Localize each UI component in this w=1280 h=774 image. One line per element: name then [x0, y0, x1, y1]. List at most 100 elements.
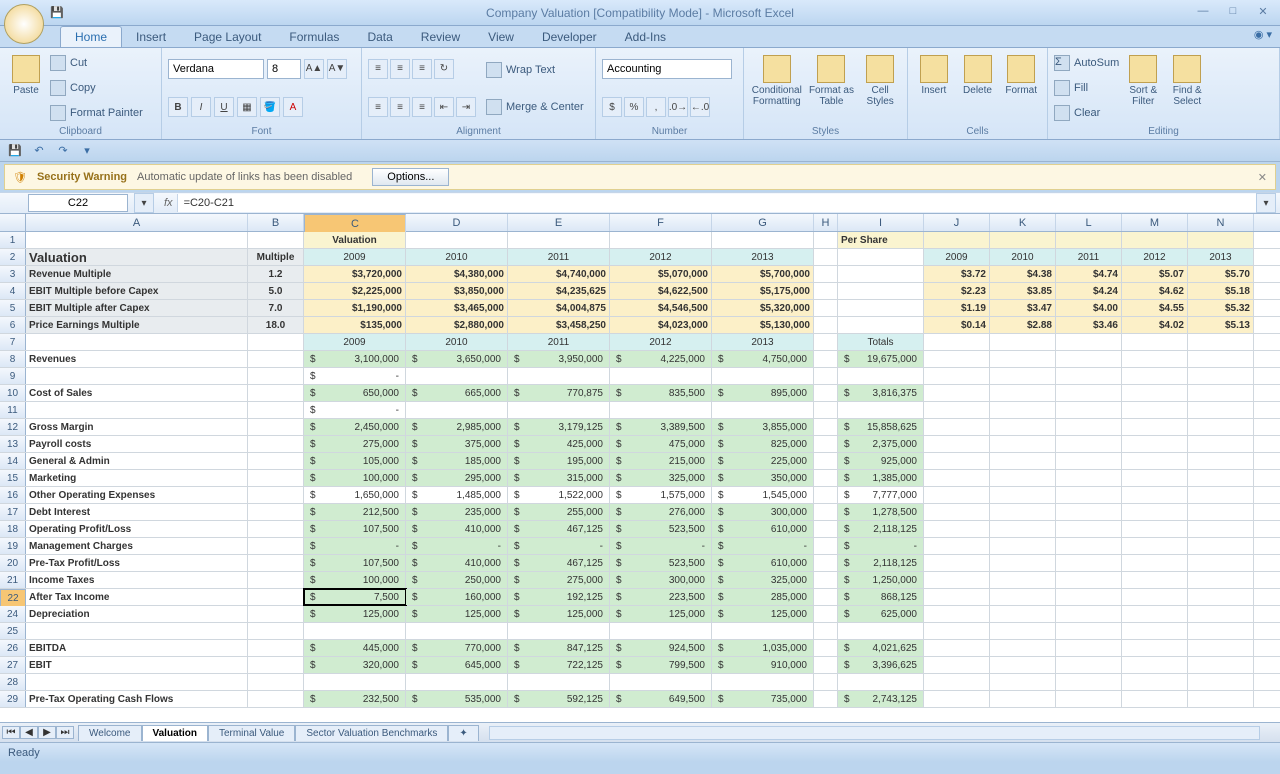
cell[interactable]: $-	[610, 538, 712, 554]
cell[interactable]: $5.70	[1188, 266, 1254, 282]
cell[interactable]: $-	[406, 538, 508, 554]
cell[interactable]	[610, 674, 712, 690]
cell[interactable]	[1188, 334, 1254, 350]
help-icon[interactable]: ◉ ▾	[1254, 28, 1272, 41]
cell[interactable]: $2,118,125	[838, 555, 924, 571]
sheet-tab[interactable]: Welcome	[78, 725, 142, 741]
cell[interactable]: $649,500	[610, 691, 712, 707]
cell[interactable]: $-	[304, 368, 406, 384]
cell[interactable]: Marketing	[26, 470, 248, 486]
cell[interactable]	[924, 470, 990, 486]
cell[interactable]: $107,500	[304, 555, 406, 571]
cell[interactable]	[26, 334, 248, 350]
cell[interactable]: $467,125	[508, 521, 610, 537]
cell[interactable]	[838, 674, 924, 690]
cell[interactable]: $3,389,500	[610, 419, 712, 435]
col-header[interactable]: M	[1122, 214, 1188, 231]
cell[interactable]	[814, 249, 838, 265]
cell[interactable]: $835,500	[610, 385, 712, 401]
cell[interactable]: 2011	[508, 334, 610, 350]
cell[interactable]	[990, 572, 1056, 588]
cell[interactable]	[406, 368, 508, 384]
cell[interactable]: 7.0	[248, 300, 304, 316]
cell[interactable]	[248, 487, 304, 503]
cell[interactable]: Valuation	[304, 232, 406, 248]
cell[interactable]	[814, 402, 838, 418]
cell[interactable]: $2,880,000	[406, 317, 508, 333]
cell[interactable]: Per Share	[838, 232, 924, 248]
cell[interactable]	[1056, 402, 1122, 418]
cell[interactable]	[924, 419, 990, 435]
cell[interactable]	[990, 368, 1056, 384]
cell[interactable]	[248, 334, 304, 350]
cell[interactable]	[508, 674, 610, 690]
cell[interactable]	[814, 368, 838, 384]
cell[interactable]	[1056, 572, 1122, 588]
cell[interactable]	[990, 470, 1056, 486]
cell[interactable]: $295,000	[406, 470, 508, 486]
cell[interactable]	[990, 657, 1056, 673]
borders-button[interactable]: ▦	[237, 97, 257, 117]
sheet-tab[interactable]: Terminal Value	[208, 725, 295, 741]
format-cells-button[interactable]: Format	[1001, 51, 1041, 125]
cell[interactable]: $223,500	[610, 589, 712, 605]
paste-button[interactable]: Paste	[6, 51, 46, 125]
row-header[interactable]: 20	[0, 555, 26, 571]
cell[interactable]	[1188, 674, 1254, 690]
cell[interactable]	[814, 538, 838, 554]
cell[interactable]	[1188, 351, 1254, 367]
cell[interactable]: $285,000	[712, 589, 814, 605]
cell[interactable]: $1,485,000	[406, 487, 508, 503]
cell[interactable]	[838, 623, 924, 639]
cell[interactable]: $232,500	[304, 691, 406, 707]
dec-decimal-icon[interactable]: ←.0	[690, 97, 710, 117]
save-icon[interactable]: 💾	[50, 6, 66, 22]
cell[interactable]: 2013	[1188, 249, 1254, 265]
horizontal-scrollbar[interactable]	[489, 726, 1260, 740]
cell[interactable]: $275,000	[508, 572, 610, 588]
cell[interactable]: $650,000	[304, 385, 406, 401]
cell[interactable]: 2010	[406, 334, 508, 350]
cell[interactable]	[814, 266, 838, 282]
cell[interactable]: $910,000	[712, 657, 814, 673]
cell[interactable]: $4,225,000	[610, 351, 712, 367]
font-color-button[interactable]: A	[283, 97, 303, 117]
cell[interactable]: $799,500	[610, 657, 712, 673]
cell[interactable]	[924, 334, 990, 350]
restore-icon[interactable]: □	[1222, 4, 1244, 18]
cell[interactable]	[924, 521, 990, 537]
cell[interactable]	[248, 402, 304, 418]
cell[interactable]	[1122, 368, 1188, 384]
cell[interactable]	[1056, 691, 1122, 707]
comma-icon[interactable]: ,	[646, 97, 666, 117]
tab-formulas[interactable]: Formulas	[275, 27, 353, 47]
cell[interactable]: 2012	[610, 249, 712, 265]
cell[interactable]	[610, 623, 712, 639]
cell[interactable]: $847,125	[508, 640, 610, 656]
cell[interactable]	[814, 555, 838, 571]
row-header[interactable]: 13	[0, 436, 26, 452]
cell[interactable]	[814, 317, 838, 333]
cell[interactable]	[814, 470, 838, 486]
cell[interactable]: $1,250,000	[838, 572, 924, 588]
name-box[interactable]	[28, 194, 128, 212]
cell[interactable]: $610,000	[712, 555, 814, 571]
cell[interactable]	[1188, 691, 1254, 707]
merge-center-button[interactable]: Merge & Center	[486, 96, 584, 118]
percent-icon[interactable]: %	[624, 97, 644, 117]
cell[interactable]: Pre-Tax Profit/Loss	[26, 555, 248, 571]
cell[interactable]	[814, 606, 838, 622]
cell[interactable]	[838, 249, 924, 265]
row-header[interactable]: 25	[0, 623, 26, 639]
cell[interactable]	[990, 504, 1056, 520]
insert-cells-button[interactable]: Insert	[914, 51, 954, 125]
cell[interactable]	[1056, 657, 1122, 673]
cell[interactable]: $3,396,625	[838, 657, 924, 673]
indent-inc-icon[interactable]: ⇥	[456, 97, 476, 117]
cell[interactable]	[26, 232, 248, 248]
cell[interactable]: $3.46	[1056, 317, 1122, 333]
cell[interactable]: $475,000	[610, 436, 712, 452]
expand-formula-icon[interactable]: ▾	[1256, 193, 1276, 213]
cell[interactable]: $4,622,500	[610, 283, 712, 299]
cell[interactable]	[1122, 555, 1188, 571]
